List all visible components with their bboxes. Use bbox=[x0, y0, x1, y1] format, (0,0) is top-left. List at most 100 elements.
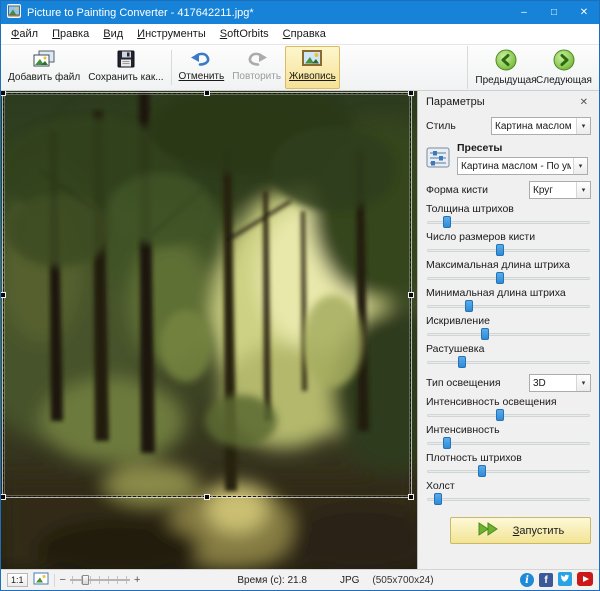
youtube-icon[interactable] bbox=[577, 571, 593, 589]
slider-label: Плотность штрихов bbox=[426, 452, 522, 464]
redo-button[interactable]: Повторить bbox=[228, 46, 285, 89]
slider-thumb[interactable] bbox=[464, 300, 473, 312]
main-area: Параметры ✕ Стиль Картина маслом ▾ Пресе… bbox=[1, 91, 599, 569]
lighting-type-value: 3D bbox=[533, 377, 546, 389]
parameter-slider[interactable] bbox=[426, 328, 591, 341]
slider-row: Холст bbox=[426, 480, 591, 506]
paint-button[interactable]: Живопись bbox=[285, 46, 340, 89]
zoom-slider[interactable] bbox=[69, 574, 130, 586]
parameter-slider[interactable] bbox=[426, 244, 591, 257]
dropdown-arrow-icon: ▾ bbox=[576, 375, 590, 391]
parameters-panel: Параметры ✕ Стиль Картина маслом ▾ Пресе… bbox=[418, 91, 599, 569]
save-as-button[interactable]: Сохранить как... bbox=[84, 46, 167, 89]
slider-thumb[interactable] bbox=[481, 328, 490, 340]
maximize-button[interactable]: □ bbox=[539, 1, 569, 24]
selection-handle[interactable] bbox=[408, 494, 414, 500]
minimize-button[interactable]: – bbox=[509, 1, 539, 24]
presets-value: Картина маслом - По умолча bbox=[461, 160, 571, 172]
menu-item[interactable]: Вид bbox=[96, 25, 130, 43]
slider-thumb[interactable] bbox=[443, 437, 452, 449]
app-icon bbox=[7, 4, 21, 21]
menu-item[interactable]: Справка bbox=[276, 25, 333, 43]
toolbar-separator bbox=[170, 50, 172, 85]
parameter-slider[interactable] bbox=[426, 493, 591, 506]
slider-label: Толщина штрихов bbox=[426, 203, 514, 215]
save-icon bbox=[117, 50, 135, 72]
dropdown-arrow-icon: ▾ bbox=[576, 118, 590, 134]
sliders-top-group: Толщина штрихов Число размеров кисти Мак… bbox=[426, 202, 591, 371]
slider-row: Толщина штрихов bbox=[426, 203, 591, 229]
next-arrow-icon bbox=[553, 49, 575, 74]
slider-label: Интенсивность освещения bbox=[426, 396, 557, 408]
selection-handle[interactable] bbox=[1, 91, 6, 96]
run-button[interactable]: Запустить bbox=[450, 517, 591, 544]
parameter-slider[interactable] bbox=[426, 300, 591, 313]
add-file-icon bbox=[33, 50, 55, 72]
close-button[interactable]: ✕ bbox=[569, 1, 599, 24]
slider-thumb[interactable] bbox=[443, 216, 452, 228]
undo-icon bbox=[190, 50, 212, 71]
twitter-icon[interactable] bbox=[558, 571, 572, 589]
menu-item[interactable]: Инструменты bbox=[130, 25, 213, 43]
slider-row: Искривление bbox=[426, 315, 591, 341]
slider-thumb[interactable] bbox=[496, 409, 505, 421]
previous-label: Предыдущая bbox=[475, 75, 537, 86]
slider-thumb[interactable] bbox=[496, 244, 505, 256]
selection-handle[interactable] bbox=[1, 292, 6, 298]
slider-thumb[interactable] bbox=[478, 465, 487, 477]
selection-handle[interactable] bbox=[1, 494, 6, 500]
zoom-in-icon[interactable]: + bbox=[134, 574, 140, 586]
presets-dropdown[interactable]: Картина маслом - По умолча ▾ bbox=[457, 157, 588, 175]
previous-image-button[interactable]: Предыдущая bbox=[475, 49, 537, 86]
slider-label: Интенсивность bbox=[426, 424, 500, 436]
zoom-track bbox=[69, 579, 130, 581]
slider-track bbox=[427, 249, 590, 252]
selection-marquee[interactable] bbox=[1, 91, 414, 500]
statusbar-icons: i f bbox=[520, 571, 593, 589]
selection-handle[interactable] bbox=[408, 91, 414, 96]
parameter-slider[interactable] bbox=[426, 409, 591, 422]
menu-item[interactable]: Файл bbox=[4, 25, 45, 43]
slider-track bbox=[427, 442, 590, 445]
actual-size-button[interactable]: 1:1 bbox=[7, 573, 28, 587]
parameter-slider[interactable] bbox=[426, 356, 591, 369]
fit-to-screen-icon[interactable] bbox=[33, 572, 49, 588]
slider-label: Минимальная длина штриха bbox=[426, 287, 566, 299]
selection-handle[interactable] bbox=[408, 292, 414, 298]
slider-thumb[interactable] bbox=[458, 356, 467, 368]
slider-row: Растушевка bbox=[426, 343, 591, 369]
parameter-slider[interactable] bbox=[426, 437, 591, 450]
add-file-button[interactable]: Добавить файл bbox=[4, 46, 84, 89]
facebook-icon[interactable]: f bbox=[539, 573, 553, 587]
slider-row: Минимальная длина штриха bbox=[426, 287, 591, 313]
undo-label: Отменить bbox=[178, 70, 225, 82]
slider-track bbox=[427, 470, 590, 473]
panel-close-icon[interactable]: ✕ bbox=[577, 97, 591, 108]
toolbar: Добавить файл Сохранить как... Отменить … bbox=[1, 45, 599, 91]
style-dropdown[interactable]: Картина маслом ▾ bbox=[491, 117, 591, 135]
menu-item[interactable]: Правка bbox=[45, 25, 96, 43]
lighting-type-dropdown[interactable]: 3D ▾ bbox=[529, 374, 591, 392]
selection-handle[interactable] bbox=[204, 91, 210, 96]
slider-thumb[interactable] bbox=[496, 272, 505, 284]
lighting-type-label: Тип освещения bbox=[426, 376, 501, 389]
undo-button[interactable]: Отменить bbox=[175, 46, 229, 89]
selection-handle[interactable] bbox=[204, 494, 210, 500]
slider-track bbox=[427, 277, 590, 280]
zoom-slider-thumb[interactable] bbox=[81, 575, 89, 585]
next-image-button[interactable]: Следующая bbox=[536, 49, 592, 86]
statusbar-separator bbox=[53, 573, 55, 587]
menu-item[interactable]: SoftOrbits bbox=[213, 25, 276, 43]
parameter-slider[interactable] bbox=[426, 272, 591, 285]
paint-label: Живопись bbox=[289, 70, 336, 82]
parameter-slider[interactable] bbox=[426, 465, 591, 478]
zoom-out-icon[interactable]: − bbox=[60, 574, 66, 586]
parameter-slider[interactable] bbox=[426, 216, 591, 229]
slider-label: Максимальная длина штриха bbox=[426, 259, 571, 271]
titlebar: Picture to Painting Converter - 41764221… bbox=[1, 1, 599, 24]
slider-thumb[interactable] bbox=[433, 493, 442, 505]
brush-shape-dropdown[interactable]: Круг ▾ bbox=[529, 181, 591, 199]
previous-arrow-icon bbox=[495, 49, 517, 74]
info-icon[interactable]: i bbox=[520, 573, 534, 587]
dropdown-arrow-icon: ▾ bbox=[576, 182, 590, 198]
